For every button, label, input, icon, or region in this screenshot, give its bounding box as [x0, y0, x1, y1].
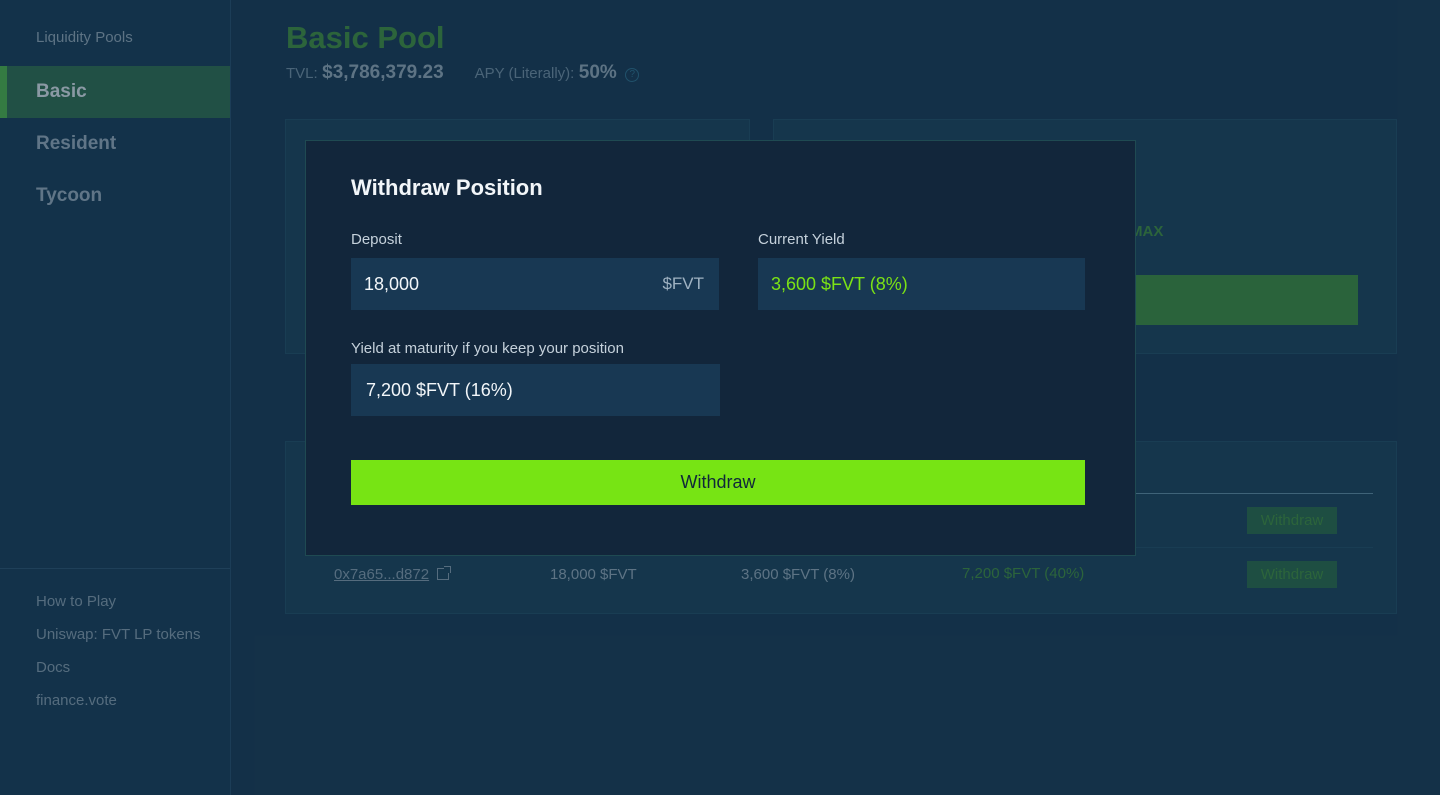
- deposit-suffix: $FVT: [662, 274, 704, 293]
- current-yield-label: Current Yield: [758, 231, 845, 248]
- maturity-yield-value: 7,200 $FVT (16%): [366, 380, 513, 400]
- withdraw-button[interactable]: Withdraw: [351, 460, 1085, 505]
- current-yield-value: 3,600 $FVT (8%): [771, 274, 908, 294]
- withdraw-modal: Withdraw Position Deposit $FVT Current Y…: [305, 140, 1136, 556]
- current-yield-field: 3,600 $FVT (8%): [758, 258, 1085, 310]
- modal-title: Withdraw Position: [351, 175, 543, 200]
- maturity-yield-label: Yield at maturity if you keep your posit…: [351, 340, 624, 357]
- deposit-field[interactable]: $FVT: [351, 258, 719, 311]
- deposit-label: Deposit: [351, 231, 402, 248]
- maturity-yield-field: 7,200 $FVT (16%): [351, 364, 720, 416]
